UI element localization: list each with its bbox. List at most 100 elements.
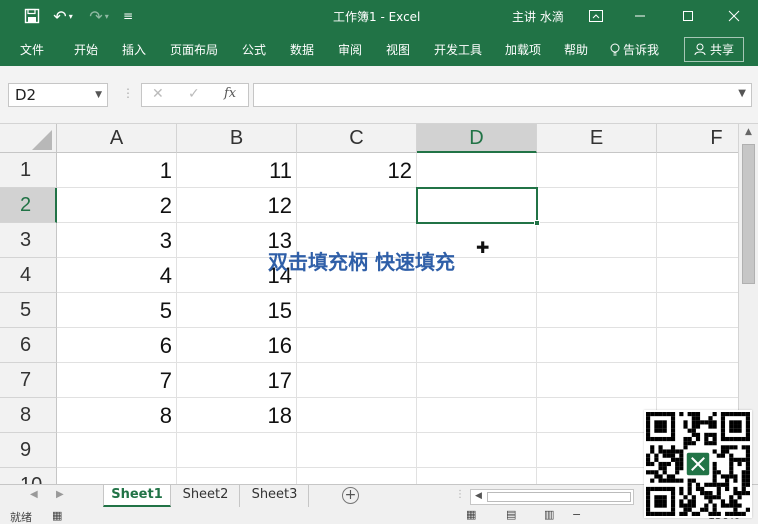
tab-developer[interactable]: 开发工具: [434, 41, 482, 58]
chevron-down-icon[interactable]: ▼: [95, 84, 102, 106]
cell-c9[interactable]: [297, 433, 417, 468]
cell-e2[interactable]: [537, 188, 657, 223]
column-header-b[interactable]: B: [177, 124, 297, 153]
cell-a5[interactable]: 5: [57, 293, 177, 328]
page-layout-view-icon[interactable]: ▤: [506, 508, 516, 521]
cell-c10[interactable]: [297, 468, 417, 484]
cell-d9[interactable]: [417, 433, 537, 468]
customize-toolbar-icon[interactable]: ≡: [120, 6, 136, 26]
scroll-thumb[interactable]: [742, 144, 755, 284]
cell-f7[interactable]: [657, 363, 738, 398]
undo-icon[interactable]: ↶ ▾: [50, 6, 76, 26]
tab-splitter-icon[interactable]: ⋮: [455, 489, 465, 500]
tab-review[interactable]: 审阅: [338, 41, 362, 58]
cell-d10[interactable]: [417, 468, 537, 484]
scroll-up-icon[interactable]: ▲: [739, 124, 758, 141]
tab-file[interactable]: 文件: [20, 41, 44, 58]
cell-e1[interactable]: [537, 153, 657, 188]
cell-d7[interactable]: [417, 363, 537, 398]
cell-b9[interactable]: [177, 433, 297, 468]
row-header-7[interactable]: 7: [0, 363, 57, 398]
tab-help[interactable]: 帮助: [564, 41, 588, 58]
column-header-a[interactable]: A: [57, 124, 177, 153]
cell-f5[interactable]: [657, 293, 738, 328]
tab-formulas[interactable]: 公式: [242, 41, 266, 58]
sheet-tab-sheet3[interactable]: Sheet3: [241, 485, 309, 507]
share-button[interactable]: 共享: [684, 37, 744, 62]
cell-b10[interactable]: [177, 468, 297, 484]
cell-a8[interactable]: 8: [57, 398, 177, 433]
minimize-icon[interactable]: [632, 6, 648, 26]
cell-e6[interactable]: [537, 328, 657, 363]
chevron-down-icon[interactable]: ▼: [738, 88, 746, 99]
cell-a7[interactable]: 7: [57, 363, 177, 398]
cancel-icon[interactable]: ✕: [152, 86, 164, 102]
sheet-tab-sheet1[interactable]: Sheet1: [103, 485, 171, 507]
cell-f2[interactable]: [657, 188, 738, 223]
tab-data[interactable]: 数据: [290, 41, 314, 58]
add-sheet-button[interactable]: +: [342, 487, 359, 504]
tab-insert[interactable]: 插入: [122, 41, 146, 58]
cell-b8[interactable]: 18: [177, 398, 297, 433]
column-header-d[interactable]: D: [417, 124, 537, 153]
cell-f1[interactable]: [657, 153, 738, 188]
cell-c6[interactable]: [297, 328, 417, 363]
cell-e10[interactable]: [537, 468, 657, 484]
cell-d5[interactable]: [417, 293, 537, 328]
cell-a3[interactable]: 3: [57, 223, 177, 258]
select-all-button[interactable]: [0, 124, 57, 153]
cell-e5[interactable]: [537, 293, 657, 328]
cell-c5[interactable]: [297, 293, 417, 328]
insert-function-icon[interactable]: fx: [224, 86, 236, 101]
cell-b2[interactable]: 12: [177, 188, 297, 223]
cell-a6[interactable]: 6: [57, 328, 177, 363]
cell-c7[interactable]: [297, 363, 417, 398]
row-header-3[interactable]: 3: [0, 223, 57, 258]
cell-b6[interactable]: 16: [177, 328, 297, 363]
cell-d8[interactable]: [417, 398, 537, 433]
cell-a4[interactable]: 4: [57, 258, 177, 293]
macro-record-icon[interactable]: ▦: [52, 509, 62, 522]
tab-page-layout[interactable]: 页面布局: [170, 41, 218, 58]
cell-e3[interactable]: [537, 223, 657, 258]
tell-me-search[interactable]: 告诉我: [610, 41, 659, 58]
tab-add-ins[interactable]: 加载项: [505, 41, 541, 58]
sheet-tab-sheet2[interactable]: Sheet2: [172, 485, 240, 507]
cell-c2[interactable]: [297, 188, 417, 223]
cell-b5[interactable]: 15: [177, 293, 297, 328]
name-box[interactable]: D2 ▼: [8, 83, 108, 107]
cell-f3[interactable]: [657, 223, 738, 258]
row-header-5[interactable]: 5: [0, 293, 57, 328]
cell-e8[interactable]: [537, 398, 657, 433]
cell-b1[interactable]: 11: [177, 153, 297, 188]
redo-icon[interactable]: ↷ ▾: [86, 6, 112, 26]
zoom-out-icon[interactable]: −: [572, 508, 581, 521]
ribbon-display-options-icon[interactable]: [588, 6, 604, 26]
row-header-2[interactable]: 2: [0, 188, 57, 223]
tab-home[interactable]: 开始: [74, 41, 98, 58]
cell-a1[interactable]: 1: [57, 153, 177, 188]
row-header-8[interactable]: 8: [0, 398, 57, 433]
enter-icon[interactable]: ✓: [188, 86, 200, 102]
cell-c1[interactable]: 12: [297, 153, 417, 188]
cell-a2[interactable]: 2: [57, 188, 177, 223]
row-header-1[interactable]: 1: [0, 153, 57, 188]
normal-view-icon[interactable]: ▦: [466, 508, 476, 521]
page-break-view-icon[interactable]: ▥: [544, 508, 554, 521]
cell-d1[interactable]: [417, 153, 537, 188]
close-icon[interactable]: [726, 6, 742, 26]
column-header-c[interactable]: C: [297, 124, 417, 153]
cell-a10[interactable]: [57, 468, 177, 484]
cell-c8[interactable]: [297, 398, 417, 433]
cell-a9[interactable]: [57, 433, 177, 468]
cell-e4[interactable]: [537, 258, 657, 293]
tab-view[interactable]: 视图: [386, 41, 410, 58]
cell-d6[interactable]: [417, 328, 537, 363]
cell-b7[interactable]: 17: [177, 363, 297, 398]
maximize-icon[interactable]: [680, 6, 696, 26]
next-sheet-icon[interactable]: ▶: [56, 489, 64, 500]
column-header-f[interactable]: F: [657, 124, 738, 153]
row-header-9[interactable]: 9: [0, 433, 57, 468]
fill-handle[interactable]: [534, 220, 540, 226]
horizontal-scrollbar[interactable]: ◀: [470, 489, 634, 505]
